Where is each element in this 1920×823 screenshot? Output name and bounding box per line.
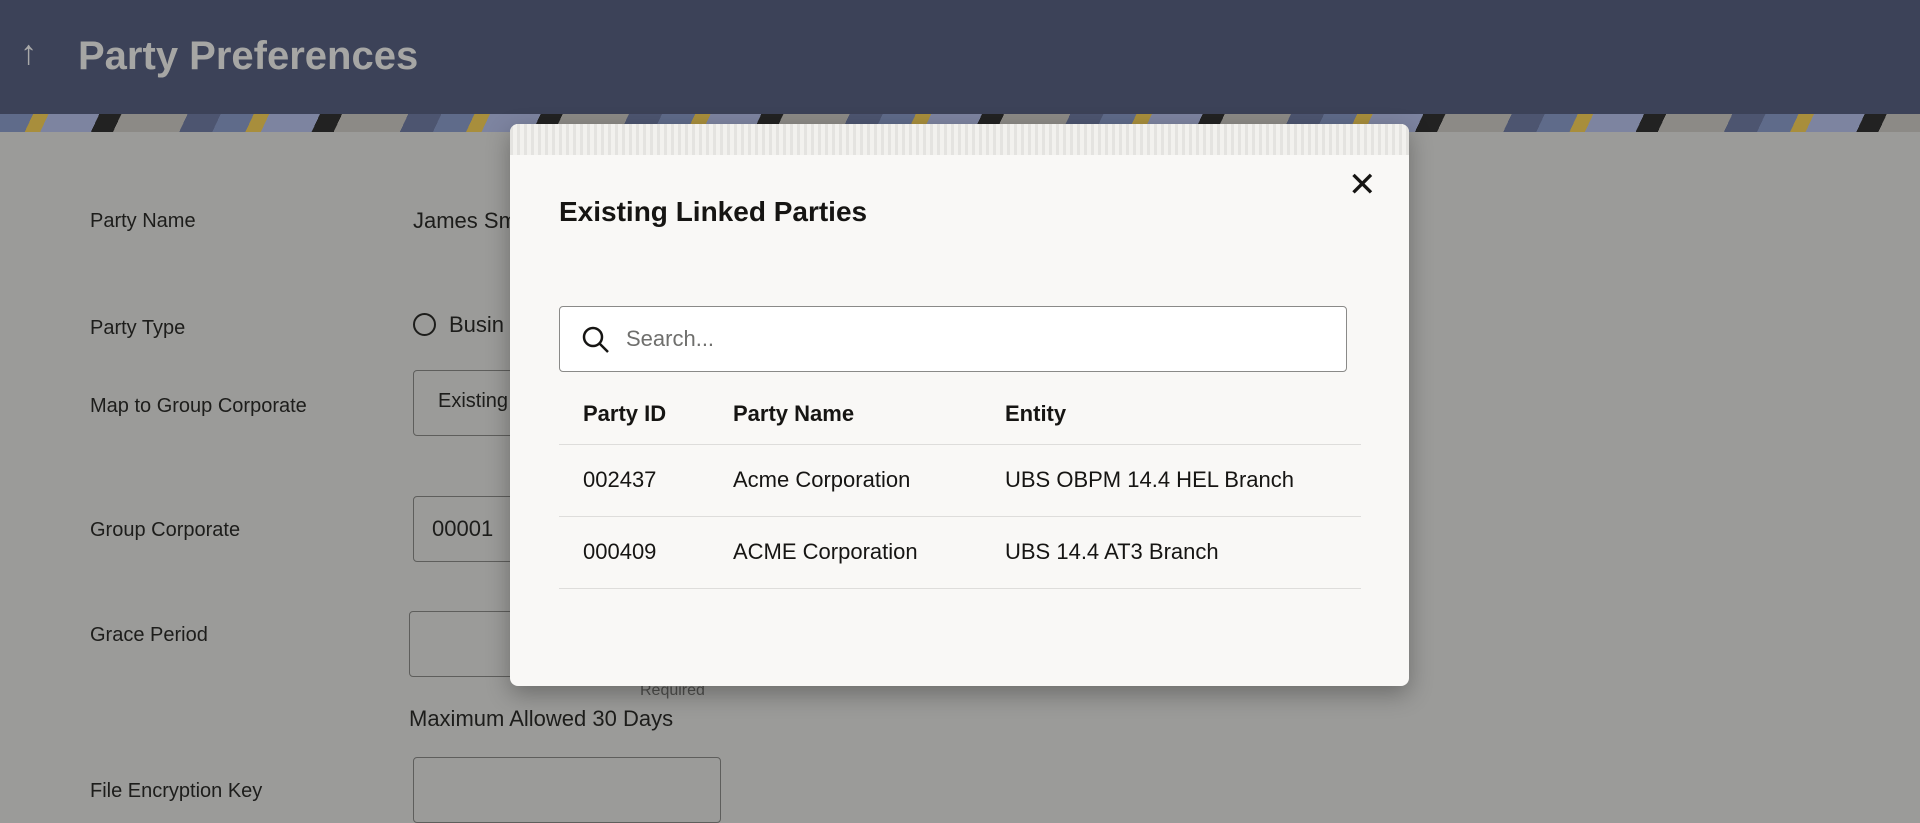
party-name-cell: Acme Corporation: [709, 444, 981, 517]
party-name-value: James Sm: [413, 208, 517, 233]
search-icon: [582, 326, 609, 353]
back-arrow-icon[interactable]: ↑: [20, 34, 37, 73]
column-header-party-name[interactable]: Party Name: [709, 384, 981, 445]
party-id-cell: 002437: [559, 444, 709, 517]
party-id-cell: 000409: [559, 516, 709, 589]
map-group-corporate-label: Map to Group Corporate: [90, 395, 307, 417]
party-type-option: Busin: [449, 312, 505, 337]
grace-period-hint: Maximum Allowed 30 Days: [409, 706, 674, 731]
party-name-label: Party Name: [90, 210, 196, 232]
table-row[interactable]: 000409 ACME Corporation UBS 14.4 AT3 Bra…: [559, 516, 1361, 589]
modal-title: Existing Linked Parties: [559, 196, 868, 227]
column-header-entity[interactable]: Entity: [981, 384, 1361, 445]
grace-period-label: Grace Period: [90, 624, 208, 646]
modal-texture-strip: [510, 124, 1409, 155]
page-title: Party Preferences: [78, 34, 419, 78]
party-type-label: Party Type: [90, 317, 186, 339]
group-corporate-label: Group Corporate: [90, 519, 241, 541]
close-icon[interactable]: ✕: [1348, 168, 1377, 202]
party-type-radio[interactable]: [413, 313, 436, 336]
group-corporate-value: 00001: [432, 516, 494, 541]
entity-cell: UBS OBPM 14.4 HEL Branch: [981, 444, 1361, 517]
search-input[interactable]: [626, 317, 1326, 361]
linked-parties-table: Party ID Party Name Entity 002437 Acme C…: [559, 384, 1361, 589]
file-encryption-key-label: File Encryption Key: [90, 780, 263, 802]
map-group-corporate-value: Existing: [438, 390, 509, 412]
table-header-row: Party ID Party Name Entity: [559, 384, 1361, 445]
party-name-cell: ACME Corporation: [709, 516, 981, 589]
entity-cell: UBS 14.4 AT3 Branch: [981, 516, 1361, 589]
file-encryption-key-input[interactable]: [413, 757, 721, 823]
column-header-party-id[interactable]: Party ID: [559, 384, 709, 445]
page-header: ↑ Party Preferences: [0, 0, 1920, 114]
search-field[interactable]: [559, 306, 1347, 372]
existing-linked-parties-modal: Existing Linked Parties ✕ Party ID Party…: [510, 124, 1409, 686]
table-row[interactable]: 002437 Acme Corporation UBS OBPM 14.4 HE…: [559, 444, 1361, 517]
